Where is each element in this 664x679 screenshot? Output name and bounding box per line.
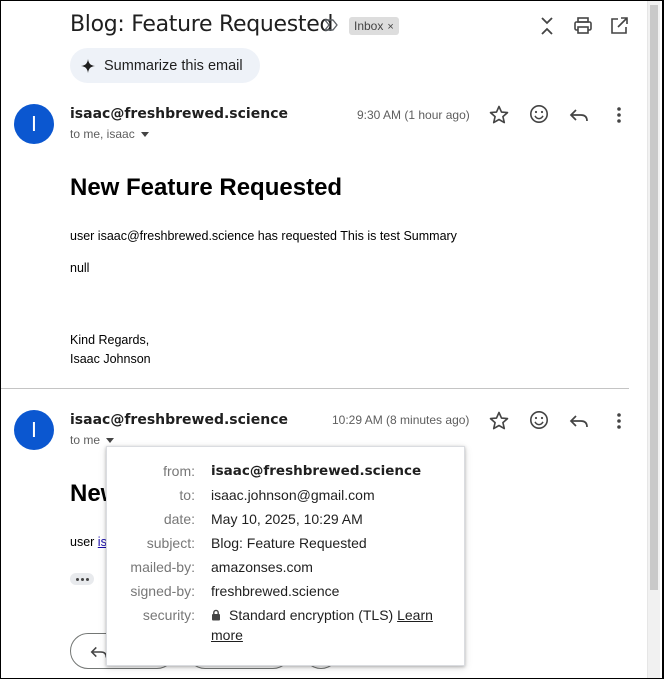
message-body-line: user is xyxy=(70,535,107,549)
learn-more-link[interactable]: more xyxy=(211,627,243,643)
sender-avatar[interactable]: I xyxy=(14,104,54,144)
sender-address: isaac@freshbrewed.science xyxy=(70,412,288,428)
more-vertical-icon[interactable] xyxy=(608,410,630,432)
reply-icon[interactable] xyxy=(568,104,590,126)
sparkle-icon xyxy=(81,58,95,73)
details-date-row: date: May 10, 2025, 10:29 AM xyxy=(107,511,466,531)
show-trimmed-content-button[interactable] xyxy=(70,573,94,585)
details-value: Blog: Feature Requested xyxy=(211,535,367,551)
sender-address: isaac@freshbrewed.science xyxy=(70,106,288,122)
details-value: May 10, 2025, 10:29 AM xyxy=(211,511,363,527)
emoji-reaction-icon[interactable] xyxy=(528,103,550,125)
summarize-label: Summarize this email xyxy=(104,57,243,74)
details-mailedby-row: mailed-by: amazonses.com xyxy=(107,559,466,579)
recipients-line[interactable]: to me, isaac xyxy=(70,127,149,141)
lock-icon xyxy=(212,609,220,621)
show-details-chevron-icon[interactable] xyxy=(140,131,149,137)
message-body-line: user isaac@freshbrewed.science has reque… xyxy=(70,229,457,243)
reply-icon[interactable] xyxy=(568,410,590,432)
sender-avatar[interactable]: I xyxy=(14,410,54,450)
email-subject: Blog: Feature Requested xyxy=(70,12,334,37)
learn-more-link[interactable]: Learn xyxy=(397,607,433,623)
details-value: amazonses.com xyxy=(211,559,313,575)
details-key: subject: xyxy=(146,535,195,551)
security-text: Standard encryption (TLS) xyxy=(229,607,394,623)
details-key: to: xyxy=(179,487,195,503)
message-details-popup: from: isaac@freshbrewed.science to: isaa… xyxy=(106,446,465,666)
details-key: date: xyxy=(163,511,195,527)
star-icon[interactable] xyxy=(488,104,510,126)
details-key: signed-by: xyxy=(130,583,195,599)
scrollbar-thumb[interactable] xyxy=(650,5,658,590)
message-heading: New Feature Requested xyxy=(70,174,343,201)
recipients-line[interactable]: to me xyxy=(70,433,115,447)
details-value: isaac@freshbrewed.science xyxy=(211,463,422,479)
details-key: from: xyxy=(163,463,195,479)
show-details-chevron-icon[interactable] xyxy=(106,437,115,443)
recipients-text: to me, isaac xyxy=(70,127,135,141)
details-value: freshbrewed.science xyxy=(211,583,340,599)
details-value: Standard encryption (TLS) Learn xyxy=(211,607,433,623)
message-time: 9:30 AM (1 hour ago) xyxy=(357,108,470,122)
message-body-line: null xyxy=(70,261,90,275)
message-signature: Isaac Johnson xyxy=(70,352,151,366)
remove-label-icon[interactable]: × xyxy=(387,21,393,33)
message-time: 10:29 AM (8 minutes ago) xyxy=(332,413,470,427)
emoji-reaction-icon[interactable] xyxy=(528,409,550,431)
email-view: Blog: Feature Requested Inbox × Summarize… xyxy=(0,0,664,679)
details-security-row: security: Standard encryption (TLS) Lear… xyxy=(107,607,466,627)
message-divider xyxy=(1,388,629,389)
more-vertical-icon[interactable] xyxy=(608,104,630,126)
inbox-chip-label: Inbox xyxy=(354,19,384,33)
details-key: security: xyxy=(142,607,195,623)
details-to-row: to: isaac.johnson@gmail.com xyxy=(107,487,466,507)
details-subject-row: subject: Blog: Feature Requested xyxy=(107,535,466,555)
recipients-text: to me xyxy=(70,433,101,447)
print-icon[interactable] xyxy=(572,15,594,37)
label-important-icon[interactable] xyxy=(323,17,339,33)
scrollbar[interactable] xyxy=(647,1,660,678)
details-value: isaac.johnson@gmail.com xyxy=(211,487,375,503)
details-signedby-row: signed-by: freshbrewed.science xyxy=(107,583,466,603)
open-in-new-window-icon[interactable] xyxy=(608,15,630,37)
star-icon[interactable] xyxy=(488,410,510,432)
collapse-icon[interactable] xyxy=(536,15,558,37)
body-text-prefix: user xyxy=(70,535,98,549)
inbox-label-chip[interactable]: Inbox × xyxy=(349,17,399,35)
details-key: mailed-by: xyxy=(130,559,195,575)
details-security-cont: more xyxy=(107,627,466,647)
summarize-email-button[interactable]: Summarize this email xyxy=(70,48,260,83)
message-signoff: Kind Regards, xyxy=(70,333,150,347)
details-from-row: from: isaac@freshbrewed.science xyxy=(107,463,466,483)
